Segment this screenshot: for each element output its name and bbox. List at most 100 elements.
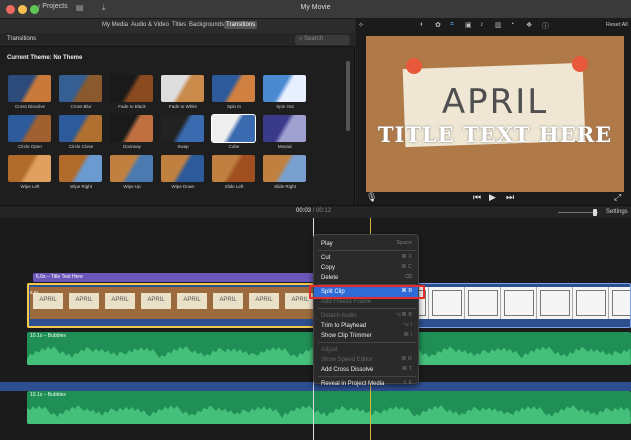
noise-reduction-icon[interactable]: ▥ bbox=[495, 21, 502, 29]
color-correction-icon[interactable]: ✿ bbox=[435, 21, 441, 29]
viewer-toolbar: ✧ ◐ ✿ ⌗ ▣ ♪ ▥ ◔ ❖ ⓘ Reset All bbox=[356, 19, 631, 33]
annotation-highlight-box bbox=[309, 285, 425, 299]
transition-wipe-left-thumbnail[interactable] bbox=[8, 155, 51, 182]
search-icon: ⌕ bbox=[299, 36, 303, 42]
transition-wipe-up-thumbnail[interactable] bbox=[110, 155, 153, 182]
title-clip[interactable]: 6.0s – Title Text Here bbox=[33, 273, 316, 282]
menu-separator bbox=[318, 376, 416, 377]
clip-filter-icon[interactable]: ❖ bbox=[526, 21, 532, 29]
tab-backgrounds[interactable]: Backgrounds bbox=[187, 21, 226, 29]
menu-item-show-clip-trimmer[interactable]: Show Clip Trimmer ⌘ \ bbox=[314, 331, 418, 341]
transition-circle-close-thumbnail[interactable] bbox=[59, 115, 102, 142]
media-tabs: My Media Audio & Video Titles Backgrounds Tr… bbox=[0, 19, 355, 33]
browser-scrollbar[interactable] bbox=[346, 61, 350, 131]
magic-wand-icon[interactable]: ✧ bbox=[358, 21, 364, 29]
tab-transitions[interactable]: Transitions bbox=[224, 21, 258, 29]
menu-item-copy[interactable]: Copy ⌘ C bbox=[314, 263, 418, 273]
transition-label: Swap bbox=[177, 144, 189, 149]
menu-item-shortcut: ⌥ / bbox=[402, 322, 412, 328]
info-icon[interactable]: ⓘ bbox=[542, 21, 549, 31]
crop-icon[interactable]: ⌗ bbox=[450, 21, 454, 29]
transition-label: Wipe Left bbox=[20, 184, 40, 189]
current-time: 00:03 bbox=[296, 208, 312, 214]
transition-label: Circle Close bbox=[68, 144, 94, 149]
transition-cube-thumbnail[interactable] bbox=[211, 114, 256, 143]
menu-item-delete[interactable]: Delete ⌫ bbox=[314, 273, 418, 283]
pushpin-left bbox=[406, 58, 422, 74]
transition-wipe-down-thumbnail[interactable] bbox=[161, 155, 204, 182]
transitions-grid: Cross Dissolve Cross Blur Fade to Black Fad… bbox=[4, 75, 349, 205]
transition-doorway-thumbnail[interactable] bbox=[110, 115, 153, 142]
comic-panel bbox=[540, 290, 570, 316]
playback-controls: 🎙 ⏮ ▶ ⏭ ⤢ bbox=[356, 191, 631, 205]
viewer: ✧ ◐ ✿ ⌗ ▣ ♪ ▥ ◔ ❖ ⓘ Reset All APRIL TITL… bbox=[356, 19, 631, 205]
transition-circle-open-thumbnail[interactable] bbox=[8, 115, 51, 142]
selected-clip-outline bbox=[27, 283, 317, 328]
menu-item-label: Show Speed Editor bbox=[321, 357, 373, 363]
menu-item-cut[interactable]: Cut ⌘ X bbox=[314, 253, 418, 263]
menu-item-shortcut: Space bbox=[396, 240, 412, 246]
transition-cross-blur-thumbnail[interactable] bbox=[59, 75, 102, 102]
stabilization-icon[interactable]: ▣ bbox=[465, 21, 472, 29]
menu-item-trim-to-playhead[interactable]: Trim to Playhead ⌥ / bbox=[314, 321, 418, 331]
comic-frame-thumbnail bbox=[428, 287, 464, 319]
transition-swap-thumbnail[interactable] bbox=[161, 115, 204, 142]
comic-frame-thumbnail bbox=[500, 287, 536, 319]
menu-item-play[interactable]: Play Space bbox=[314, 239, 418, 249]
reset-all-button[interactable]: Reset All bbox=[606, 22, 628, 28]
search-placeholder: Search bbox=[304, 36, 324, 42]
transition-fade-to-white-thumbnail[interactable] bbox=[161, 75, 204, 102]
transition-label: Mosaic bbox=[277, 144, 293, 149]
menu-item-shortcut: ⌘ C bbox=[401, 264, 412, 270]
transition-label: Cross Blur bbox=[70, 104, 92, 109]
menu-item-reveal-in-project-media[interactable]: Reveal in Project Media ⇧ F bbox=[314, 379, 418, 389]
skip-forward-icon[interactable]: ⏭ bbox=[506, 192, 514, 203]
tab-titles[interactable]: Titles bbox=[170, 21, 188, 29]
transition-label: Slide Right bbox=[274, 184, 296, 189]
tab-audio-video[interactable]: Audio & Video bbox=[129, 21, 171, 29]
menu-item-shortcut: ⇧ F bbox=[402, 380, 413, 386]
timeline-zoom-slider[interactable] bbox=[558, 212, 598, 213]
menu-item-shortcut: ⌘ R bbox=[401, 356, 412, 362]
waveform-path bbox=[27, 405, 631, 424]
menu-item-shortcut: ⌘ T bbox=[401, 366, 412, 372]
imovie-window: ‹ Projects ▤ ⤓ My Movie My Media Audio & … bbox=[0, 0, 631, 440]
transition-wipe-right-thumbnail[interactable] bbox=[59, 155, 102, 182]
menu-item-label: Detach Audio bbox=[321, 313, 357, 319]
fullscreen-icon[interactable]: ⤢ bbox=[614, 192, 621, 203]
skip-back-icon[interactable]: ⏮ bbox=[473, 192, 481, 203]
transition-label: Cube bbox=[228, 144, 240, 149]
transition-spin-in-thumbnail[interactable] bbox=[212, 75, 255, 102]
speed-icon[interactable]: ◔ bbox=[510, 21, 514, 28]
menu-item-label: Show Clip Trimmer bbox=[321, 333, 372, 339]
transition-cross-dissolve-thumbnail[interactable] bbox=[8, 75, 51, 102]
microphone-icon[interactable]: 🎙 bbox=[366, 192, 377, 203]
transitions-header: Transitions ⌕ Search bbox=[0, 33, 355, 47]
transition-label: Spin Out bbox=[276, 104, 294, 109]
timeline-zoom-knob[interactable] bbox=[593, 209, 597, 216]
timeline-settings-button[interactable]: Settings bbox=[606, 209, 628, 215]
menu-item-adjust: Adjust bbox=[314, 345, 418, 355]
menu-item-add-cross-dissolve[interactable]: Add Cross Dissolve ⌘ T bbox=[314, 365, 418, 375]
comic-frame-thumbnail bbox=[536, 287, 572, 319]
transition-spin-out-thumbnail[interactable] bbox=[263, 75, 306, 102]
menu-item-detach-audio: Detach Audio ⌥⌘ B bbox=[314, 311, 418, 321]
color-balance-icon[interactable]: ◐ bbox=[420, 21, 424, 28]
transition-mosaic-thumbnail[interactable] bbox=[263, 115, 306, 142]
transition-label: Wipe Up bbox=[123, 184, 141, 189]
clip-context-menu: Play Space Cut ⌘ X Copy ⌘ C Delete ⌫ Split Clip ⌘… bbox=[313, 234, 419, 387]
menu-item-show-speed-editor: Show Speed Editor ⌘ R bbox=[314, 355, 418, 365]
transition-fade-to-black-thumbnail[interactable] bbox=[110, 75, 153, 102]
transition-label: Spin In bbox=[226, 104, 241, 109]
title-clip-label: 6.0s – Title Text Here bbox=[36, 274, 83, 280]
search-field[interactable]: ⌕ Search bbox=[295, 35, 350, 45]
play-icon[interactable]: ▶ bbox=[489, 192, 496, 203]
menu-item-label: Add Cross Dissolve bbox=[321, 367, 374, 373]
transition-label: Wipe Down bbox=[171, 184, 195, 189]
audio-clip-bubbles-2[interactable]: 10.1s – Bubbles bbox=[27, 391, 631, 424]
transition-slide-left-thumbnail[interactable] bbox=[212, 155, 255, 182]
volume-icon[interactable]: ♪ bbox=[480, 21, 484, 28]
transition-slide-right-thumbnail[interactable] bbox=[263, 155, 306, 182]
tab-my-media[interactable]: My Media bbox=[100, 21, 130, 29]
transition-label: Slide Left bbox=[224, 184, 244, 189]
